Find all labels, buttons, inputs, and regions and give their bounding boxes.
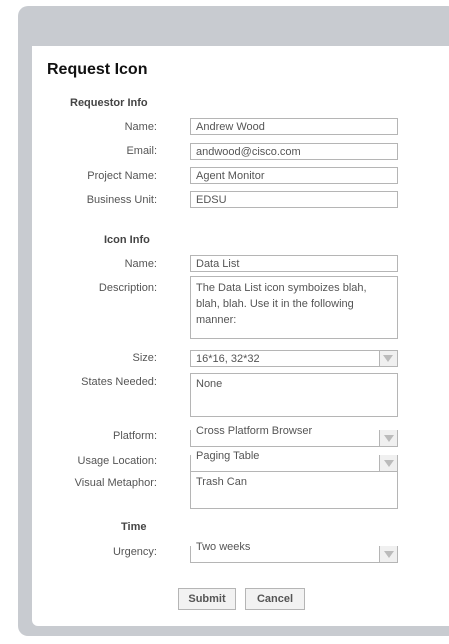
- name-label: Name:: [124, 121, 157, 133]
- states-needed-field[interactable]: None: [190, 373, 398, 417]
- icon-name-label: Name:: [124, 258, 157, 270]
- chevron-down-icon[interactable]: [379, 455, 397, 471]
- chevron-down-icon[interactable]: [379, 430, 397, 446]
- section-time: Time: [121, 521, 147, 533]
- usage-location-label: Usage Location:: [77, 455, 158, 467]
- usage-location-value: Paging Table: [196, 450, 260, 462]
- visual-metaphor-field[interactable]: Trash Can: [190, 471, 398, 509]
- visual-metaphor-label: Visual Metaphor:: [74, 477, 157, 489]
- chevron-down-icon[interactable]: [379, 546, 397, 562]
- requestor-name-field[interactable]: Andrew Wood: [190, 118, 398, 135]
- business-unit-field[interactable]: EDSU: [190, 191, 398, 208]
- usage-location-select[interactable]: Paging Table: [190, 450, 398, 472]
- platform-value: Cross Platform Browser: [196, 425, 313, 437]
- urgency-value: Two weeks: [196, 541, 251, 553]
- size-select[interactable]: 16*16, 32*32: [190, 350, 398, 367]
- states-needed-label: States Needed:: [81, 376, 157, 388]
- email-label: Email:: [126, 145, 157, 157]
- platform-select[interactable]: Cross Platform Browser: [190, 425, 398, 447]
- urgency-select[interactable]: Two weeks: [190, 541, 398, 563]
- description-field[interactable]: The Data List icon symboizes blah, blah,…: [190, 276, 398, 339]
- email-field[interactable]: andwood@cisco.com: [190, 143, 398, 160]
- chevron-down-icon[interactable]: [379, 351, 397, 366]
- size-value: 16*16, 32*32: [196, 353, 260, 365]
- size-label: Size:: [132, 352, 157, 364]
- platform-label: Platform:: [112, 430, 157, 442]
- project-name-field[interactable]: Agent Monitor: [190, 167, 398, 184]
- description-label: Description:: [98, 282, 157, 294]
- page-title: Request Icon: [47, 61, 148, 78]
- project-name-label: Project Name:: [87, 170, 157, 182]
- submit-button[interactable]: Submit: [178, 588, 236, 610]
- urgency-label: Urgency:: [112, 546, 157, 558]
- cancel-button[interactable]: Cancel: [245, 588, 305, 610]
- business-unit-label: Business Unit:: [86, 194, 157, 206]
- section-requestor-info: Requestor Info: [70, 97, 148, 109]
- section-icon-info: Icon Info: [104, 234, 150, 246]
- icon-name-field[interactable]: Data List: [190, 255, 398, 272]
